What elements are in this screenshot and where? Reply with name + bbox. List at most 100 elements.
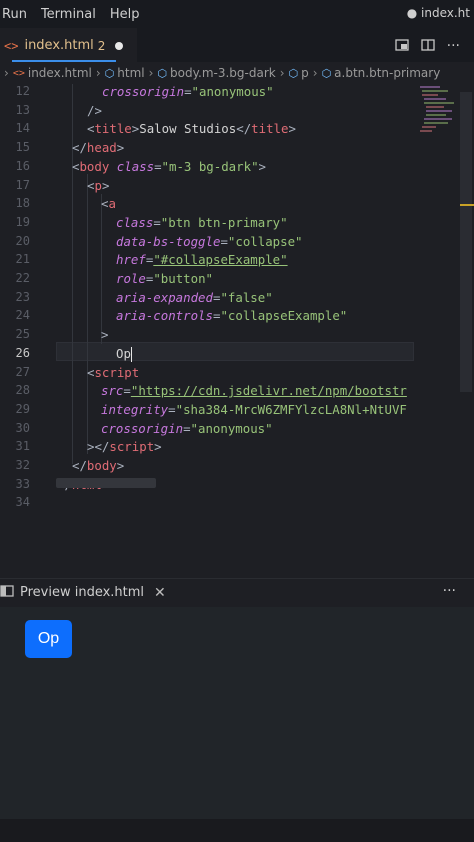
code-token: integrity <box>101 401 169 417</box>
more-icon[interactable]: ··· <box>447 38 460 56</box>
code-token: "btn btn-primary" <box>160 214 288 230</box>
vertical-scrollbar[interactable] <box>460 92 472 392</box>
more-icon[interactable]: ··· <box>443 583 456 599</box>
minimap[interactable] <box>418 84 460 144</box>
code-line: src="https://cdn.jsdelivr.net/npm/bootst… <box>101 381 407 400</box>
code-token: = <box>154 158 162 174</box>
code-line: > <box>101 325 108 344</box>
line-number: 19 <box>15 214 30 229</box>
line-number: 24 <box>15 308 30 323</box>
code-token: = <box>183 420 191 436</box>
element-icon: ⬡ <box>288 66 299 80</box>
text-cursor <box>130 346 133 362</box>
code-token: "button" <box>153 271 213 286</box>
code-line: <title>Salow Studios</title> <box>87 119 296 138</box>
window-title: ● index.ht <box>406 6 470 20</box>
line-number: 31 <box>15 439 30 454</box>
code-token: = <box>153 214 161 230</box>
code-token: "m-3 bg-dark" <box>161 158 259 174</box>
code-line: <p> <box>87 176 109 195</box>
preview-pane: Op <box>0 607 474 819</box>
breadcrumb-p[interactable]: p <box>301 66 309 80</box>
chevron-right-icon: › <box>279 66 285 80</box>
code-line: </head> <box>72 138 124 157</box>
menu-help[interactable]: Help <box>110 7 140 22</box>
current-line-highlight <box>56 342 414 361</box>
code-token: "https://cdn.jsdelivr.net/npm/bootstr <box>130 383 407 399</box>
code-token: crossorigin <box>102 84 185 99</box>
line-number: 22 <box>15 271 30 285</box>
code-icon: <> <box>12 67 25 79</box>
line-number: 28 <box>15 383 30 398</box>
code-line-current[interactable]: Op <box>116 344 133 363</box>
line-number: 13 <box>15 102 30 117</box>
preview-icon <box>0 584 14 602</box>
code-line: <a <box>101 194 116 213</box>
code-token: head <box>86 140 117 156</box>
code-token: role <box>116 271 146 286</box>
code-token: > <box>154 439 162 455</box>
code-line: <script <box>87 363 139 382</box>
code-token: > <box>288 121 296 137</box>
editor-actions: ··· <box>394 38 460 56</box>
breadcrumb-a[interactable]: a.btn.btn-primary <box>334 66 440 80</box>
code-token: > <box>258 158 266 174</box>
horizontal-scrollbar[interactable] <box>56 478 156 488</box>
close-icon[interactable]: ✕ <box>154 585 166 601</box>
indent-guide <box>87 174 88 454</box>
tab-problem-count: 2 <box>97 38 106 53</box>
preview-tab[interactable]: Preview index.html ✕ ··· <box>0 578 474 606</box>
code-token: > <box>116 458 125 473</box>
chevron-right-icon: › <box>95 66 101 80</box>
code-token: class <box>116 214 154 230</box>
breadcrumb-body[interactable]: body.m-3.bg-dark <box>170 66 276 80</box>
code-token: script <box>109 439 155 455</box>
code-line: class="btn btn-primary" <box>116 213 288 232</box>
primary-button[interactable]: Op <box>25 620 72 658</box>
code-token: title <box>251 121 289 137</box>
breadcrumb-file[interactable]: index.html <box>28 66 92 80</box>
tab-index-html[interactable]: <> index.html 2 <box>0 28 138 62</box>
indent-guide <box>101 194 102 344</box>
element-icon: ⬡ <box>321 66 332 80</box>
code-token: </ <box>72 458 87 473</box>
code-token: </ <box>72 140 87 156</box>
code-token: title <box>94 121 132 137</box>
code-token: "collapse" <box>227 233 303 249</box>
code-line: /> <box>87 101 102 120</box>
code-token: a <box>108 196 116 212</box>
breadcrumb-html[interactable]: html <box>117 66 144 80</box>
line-number: 17 <box>15 177 30 192</box>
code-token: p <box>94 177 102 193</box>
code-line: integrity="sha384-MrcW6ZMFYlzcLA8Nl+NtUV… <box>101 400 407 419</box>
code-editor[interactable]: 12 13 14 15 16 17 18 19 20 21 22 23 24 2… <box>0 84 474 578</box>
code-token: = <box>220 233 228 249</box>
code-line: crossorigin="anonymous" <box>101 419 273 438</box>
code-line: data-bs-toggle="collapse" <box>116 232 303 251</box>
line-number: 15 <box>15 140 30 155</box>
code-token: src <box>101 383 124 399</box>
code-token: /> <box>87 102 102 118</box>
code-token: crossorigin <box>101 420 184 436</box>
code-line: </body> <box>72 456 124 475</box>
code-token: "#collapseExample" <box>153 252 288 268</box>
code-token: > <box>116 140 125 156</box>
open-preview-icon[interactable] <box>394 38 409 56</box>
code-token: href <box>116 252 146 268</box>
line-number: 32 <box>15 458 30 472</box>
code-line: <body class="m-3 bg-dark"> <box>72 157 266 176</box>
menu-run[interactable]: Run <box>2 7 27 22</box>
chevron-right-icon: › <box>4 66 9 80</box>
code-token: script <box>94 364 140 380</box>
unsaved-dot-icon[interactable] <box>115 41 124 50</box>
line-number: 20 <box>15 233 30 248</box>
code-token: = <box>168 401 176 417</box>
code-line: href="#collapseExample" <box>116 250 288 269</box>
menu-terminal[interactable]: Terminal <box>41 7 96 22</box>
code-token: > <box>101 327 109 343</box>
split-editor-icon[interactable] <box>420 38 435 56</box>
line-number: 27 <box>15 364 30 379</box>
line-number: 34 <box>15 495 30 510</box>
code-token: aria-controls <box>116 308 213 324</box>
line-number: 21 <box>15 252 30 267</box>
